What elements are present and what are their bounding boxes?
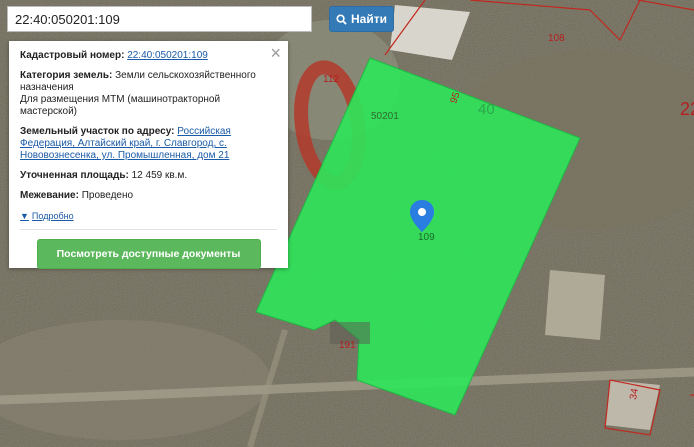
area-row: Уточненная площадь: 12 459 кв.м.	[20, 170, 277, 182]
parcel-label-112: 112	[323, 74, 339, 85]
survey-value: Проведено	[81, 190, 134, 201]
parcel-label-22: 22	[680, 99, 694, 119]
area-value: 12 459 кв.м.	[131, 170, 188, 181]
details-row: ▼ Подробно	[20, 210, 277, 223]
address-label: Земельный участок по адресу:	[20, 126, 175, 137]
parcel-label-108: 108	[548, 33, 565, 44]
category-label: Категория земель:	[20, 70, 113, 81]
close-icon[interactable]: ×	[270, 43, 281, 63]
search-icon	[336, 13, 347, 25]
cadastral-link[interactable]: 22:40:050201:109	[127, 50, 208, 61]
search-button-label: Найти	[351, 12, 387, 26]
area-label: Уточненная площадь:	[20, 170, 129, 181]
survey-label: Межевание:	[20, 190, 79, 201]
search-button[interactable]: Найти	[329, 6, 394, 32]
survey-row: Межевание: Проведено	[20, 190, 277, 202]
parcel-label-40: 40	[478, 101, 495, 118]
chevron-down-icon: ▼	[20, 211, 29, 221]
divider	[20, 229, 277, 230]
search-input[interactable]	[7, 6, 312, 32]
details-toggle[interactable]: ▼ Подробно	[20, 210, 74, 222]
address-row: Земельный участок по адресу: Российская …	[20, 126, 277, 162]
block-label: 50201	[371, 111, 399, 122]
parcel-info-panel: × Кадастровый номер: 22:40:050201:109 Ка…	[9, 41, 288, 269]
cadastral-label: Кадастровый номер:	[20, 50, 125, 61]
parcel-label-selected: 109	[418, 232, 435, 243]
cadastral-row: Кадастровый номер: 22:40:050201:109	[20, 50, 277, 62]
view-documents-button[interactable]: Посмотреть доступные документы	[36, 239, 261, 269]
parcel-label-191: 191	[339, 340, 356, 351]
category-row: Категория земель: Земли сельскохозяйстве…	[20, 70, 277, 118]
details-label: Подробно	[31, 211, 74, 221]
usage-value: Для размещения МТМ (машинотракторной мас…	[20, 94, 221, 117]
